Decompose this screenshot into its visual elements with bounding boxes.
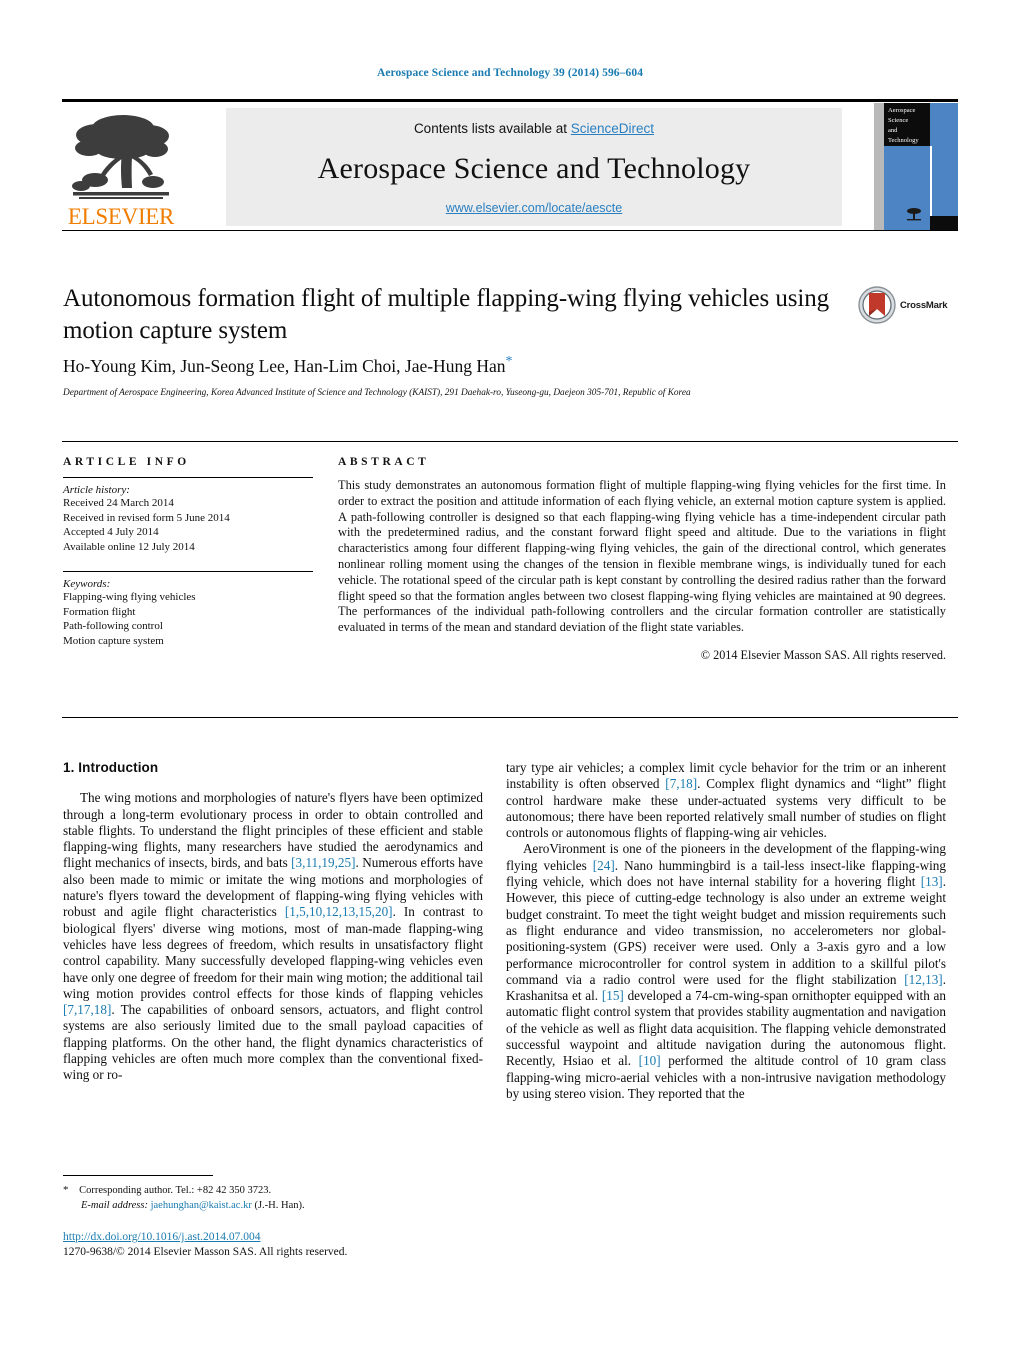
header-rule-top xyxy=(62,99,958,102)
citation-ref[interactable]: [3,11,19,25] xyxy=(291,855,355,870)
abstract-column: ABSTRACT This study demonstrates an auto… xyxy=(338,456,946,663)
text-run: . The capabilities of onboard sensors, a… xyxy=(63,1002,483,1083)
citation-ref[interactable]: [1,5,10,12,13,15,20] xyxy=(285,904,393,919)
keyword-item: Flapping-wing flying vehicles xyxy=(63,591,196,603)
title-block: Autonomous formation flight of multiple … xyxy=(63,283,853,347)
elsevier-tree-icon xyxy=(72,115,169,199)
body-column-left: 1. Introduction The wing motions and mor… xyxy=(63,760,483,1084)
paragraph-intro-right-2: AeroVironment is one of the pioneers in … xyxy=(506,841,946,1102)
cover-line-1: Aerospace xyxy=(888,107,916,114)
contents-available-line: Contents lists available at ScienceDirec… xyxy=(414,121,654,136)
email-note: E-mail address: jaehunghan@kaist.ac.kr (… xyxy=(81,1198,483,1213)
cover-top-right-panel xyxy=(931,103,958,146)
doi-block: http://dx.doi.org/10.1016/j.ast.2014.07.… xyxy=(63,1230,493,1260)
contents-prefix: Contents lists available at xyxy=(413,121,571,136)
corresponding-author-text: Corresponding author. Tel.: +82 42 350 3… xyxy=(79,1185,272,1196)
paragraph-intro-right-1: tary type air vehicles; a complex limit … xyxy=(506,760,946,841)
cover-line-2: Science xyxy=(888,117,909,124)
abstract-band-rule-top xyxy=(62,441,958,442)
issn-copyright-line: 1270-9638/© 2014 Elsevier Masson SAS. Al… xyxy=(63,1246,348,1258)
history-item: Received in revised form 5 June 2014 xyxy=(63,511,230,524)
history-item: Available online 12 July 2014 xyxy=(63,540,195,553)
journal-cover-thumbnail: Aerospace Science and Technology xyxy=(874,103,958,230)
body-column-right: tary type air vehicles; a complex limit … xyxy=(506,760,946,1102)
cover-title-block: Aerospace Science and Technology xyxy=(884,103,930,146)
email-suffix: (J.-H. Han). xyxy=(254,1200,305,1211)
author-list: Ho-Young Kim, Jun-Seong Lee, Han-Lim Cho… xyxy=(63,354,512,377)
running-head: Aerospace Science and Technology 39 (201… xyxy=(376,67,644,79)
cover-elsevier-tree-icon xyxy=(907,208,921,221)
footnote-marker: * xyxy=(63,1184,69,1196)
abstract-text: This study demonstrates an autonomous fo… xyxy=(338,478,946,635)
journal-header: ELSEVIER Contents lists available at Sci… xyxy=(62,99,958,233)
affiliation: Department of Aerospace Engineering, Kor… xyxy=(63,388,691,398)
citation-ref[interactable]: [7,18] xyxy=(665,776,697,791)
citation-ref[interactable]: [13] xyxy=(921,874,943,889)
crossmark-label: CrossMark xyxy=(900,299,948,311)
citation-ref[interactable]: [10] xyxy=(639,1053,661,1068)
journal-title: Aerospace Science and Technology xyxy=(317,151,751,185)
cover-line-4: Technology xyxy=(888,137,919,144)
cover-bottom-block xyxy=(930,216,958,230)
citation-ref[interactable]: [24] xyxy=(593,858,615,873)
footnote-block: * Corresponding author. Tel.: +82 42 350… xyxy=(63,1183,483,1213)
abstract-copyright: © 2014 Elsevier Masson SAS. All rights r… xyxy=(700,647,946,662)
article-info-rule-2 xyxy=(63,571,313,572)
elsevier-wordmark: ELSEVIER xyxy=(67,204,175,229)
article-info-heading: ARTICLE INFO xyxy=(63,456,190,468)
keyword-item: Formation flight xyxy=(63,605,136,618)
crossmark-badge[interactable]: CrossMark xyxy=(858,284,954,326)
page-title: Autonomous formation flight of multiple … xyxy=(63,285,830,344)
footnote-rule xyxy=(63,1175,213,1176)
history-item: Accepted 4 July 2014 xyxy=(63,526,159,538)
abstract-band-rule-bottom xyxy=(62,717,958,718)
article-info-rule-1 xyxy=(63,477,313,478)
keywords-list: Flapping-wing flying vehicles Formation … xyxy=(63,590,313,648)
author-names: Ho-Young Kim, Jun-Seong Lee, Han-Lim Cho… xyxy=(63,355,506,376)
crossmark-icon xyxy=(858,286,896,324)
header-rule-bottom xyxy=(62,230,958,231)
email-link[interactable]: jaehunghan@kaist.ac.kr xyxy=(151,1200,252,1211)
abstract-heading: ABSTRACT xyxy=(338,456,430,468)
keywords-label: Keywords: xyxy=(63,578,111,590)
citation-ref[interactable]: [15] xyxy=(602,988,624,1003)
keyword-item: Motion capture system xyxy=(63,634,164,647)
doi-link[interactable]: http://dx.doi.org/10.1016/j.ast.2014.07.… xyxy=(63,1231,261,1243)
journal-url-link[interactable]: www.elsevier.com/locate/aescte xyxy=(446,201,622,215)
cover-line-3: and xyxy=(888,127,898,134)
journal-banner: Contents lists available at ScienceDirec… xyxy=(226,108,842,226)
corresponding-author-note: * Corresponding author. Tel.: +82 42 350… xyxy=(63,1183,483,1198)
keyword-item: Path-following control xyxy=(63,620,163,632)
article-info-column: ARTICLE INFO Article history: Received 2… xyxy=(63,456,313,648)
article-history-list: Received 24 March 2014 Received in revis… xyxy=(63,496,313,554)
article-history-label: Article history: xyxy=(63,484,130,496)
section-heading-introduction: 1. Introduction xyxy=(63,760,159,775)
citation-ref[interactable]: [7,17,18] xyxy=(63,1002,111,1017)
sciencedirect-link[interactable]: ScienceDirect xyxy=(571,121,654,136)
elsevier-logo: ELSEVIER xyxy=(62,106,180,228)
paper-page: Aerospace Science and Technology 39 (201… xyxy=(0,0,1020,1351)
citation-ref[interactable]: [12,13] xyxy=(904,972,942,987)
email-label: E-mail address: xyxy=(81,1200,148,1211)
paragraph-intro-left: The wing motions and morphologies of nat… xyxy=(63,790,483,1083)
text-run: . However, this piece of cutting-edge te… xyxy=(506,874,946,987)
history-item: Received 24 March 2014 xyxy=(63,497,174,509)
corresponding-author-marker: * xyxy=(505,354,513,369)
